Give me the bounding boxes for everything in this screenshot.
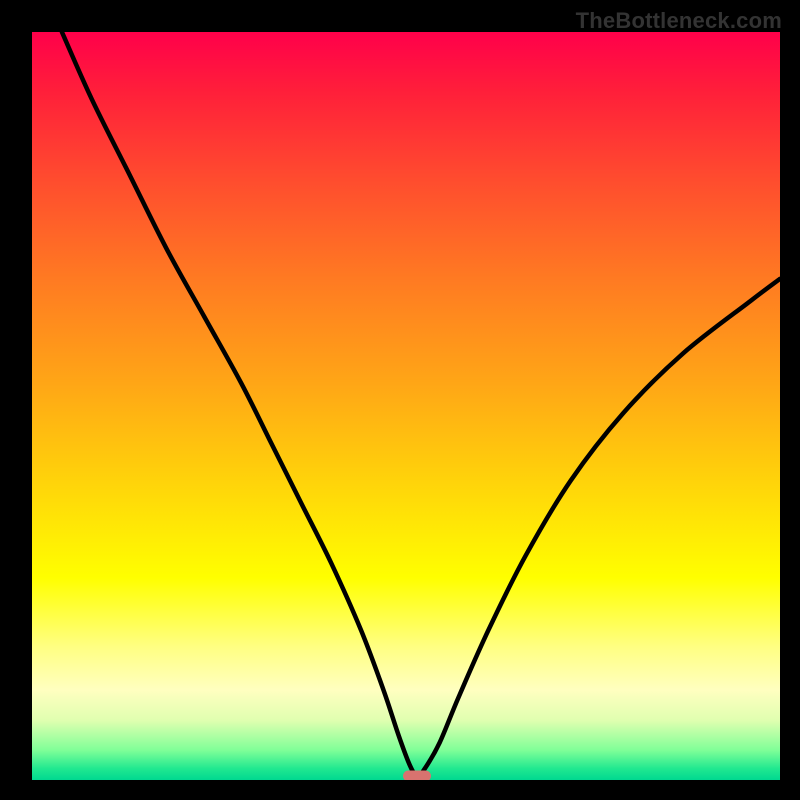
- watermark-text: TheBottleneck.com: [576, 8, 782, 34]
- chart-frame: TheBottleneck.com: [6, 6, 794, 794]
- plot-area: [32, 32, 780, 780]
- bottleneck-curve: [32, 32, 780, 780]
- optimal-point-marker: [403, 771, 431, 780]
